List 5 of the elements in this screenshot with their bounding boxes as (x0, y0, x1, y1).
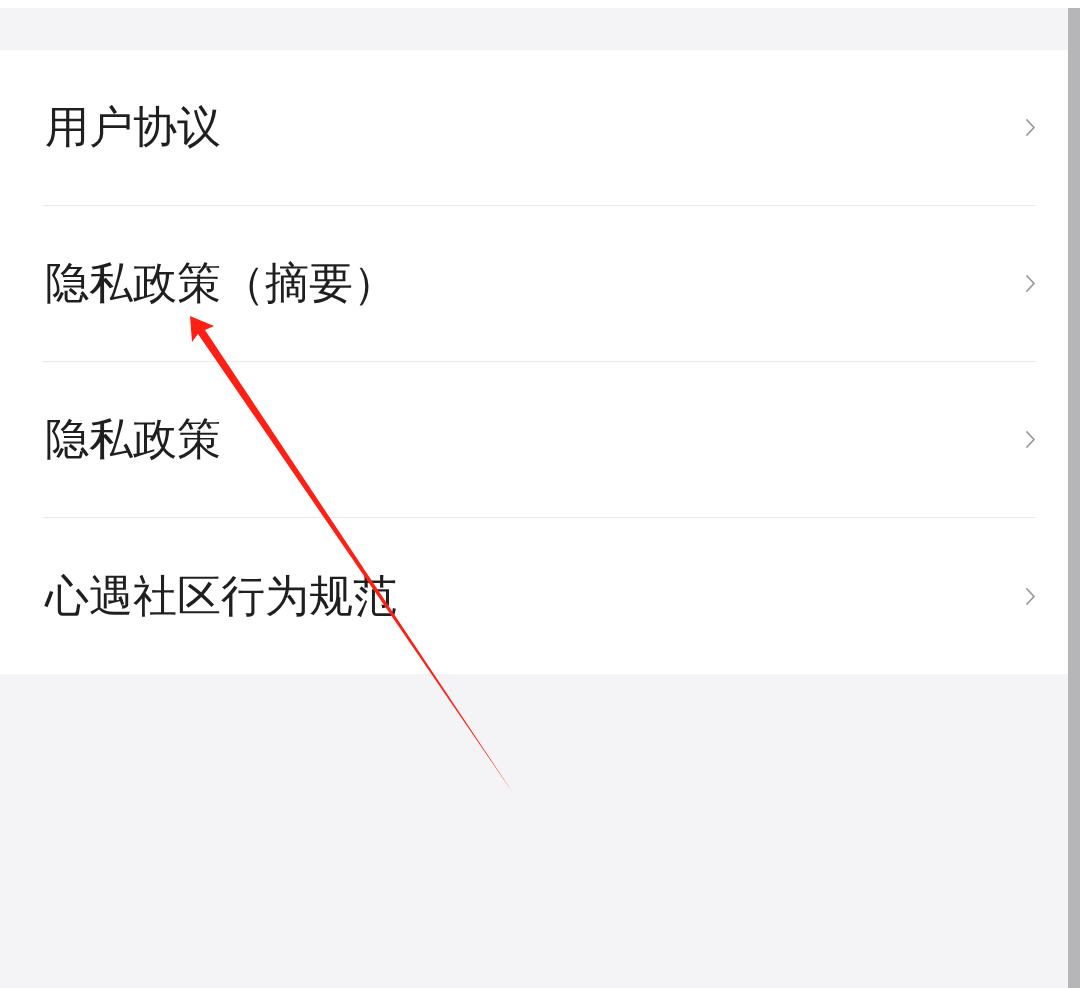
chevron-right-icon (1026, 587, 1035, 605)
chevron-right-icon (1026, 431, 1035, 448)
chevron-right-icon (1026, 119, 1035, 136)
chevron-right-icon (1026, 275, 1035, 292)
menu-item[interactable]: 用户协议 (43, 50, 1036, 206)
